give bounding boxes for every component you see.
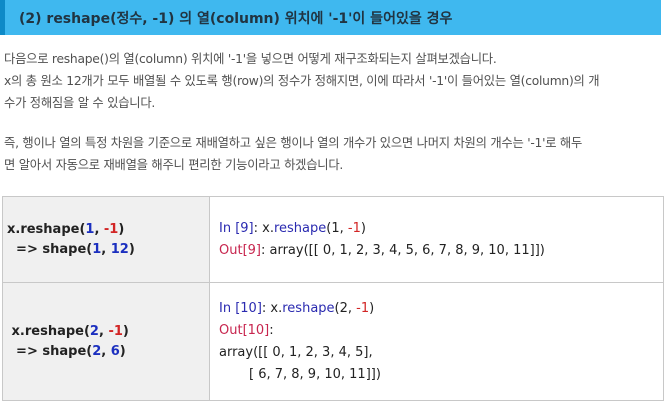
reshape-call: x.reshape(1, -1) — [7, 221, 125, 237]
paragraph-summary: 즉, 행이나 열의 특정 차원을 기준으로 재배열하고 싶은 행이나 열의 개수… — [4, 132, 662, 176]
section-heading: (2) reshape(정수, -1) 의 열(column) 위치에 '-1'… — [19, 10, 453, 27]
input-line: In [9]: x.reshape(1, -1) — [219, 220, 366, 236]
code-output-cell: In [10]: x.reshape(2, -1) Out[10]: array… — [209, 282, 664, 401]
output-line: Out[9]: array([[ 0, 1, 2, 3, 4, 5, 6, 7,… — [219, 242, 545, 258]
code-output-cell: In [9]: x.reshape(1, -1) Out[9]: array([… — [209, 196, 664, 283]
table-row: x.reshape(1, -1) => shape(1, 12) In [9]:… — [2, 196, 664, 283]
paragraph-line: x의 총 원소 12개가 모두 배열될 수 있도록 행(row)의 정수가 정해… — [4, 74, 600, 88]
output-label-line: Out[10]: — [219, 322, 274, 338]
input-line: In [10]: x.reshape(2, -1) — [219, 300, 375, 316]
paragraph-line: 즉, 행이나 열의 특정 차원을 기준으로 재배열하고 싶은 행이나 열의 개수… — [4, 136, 583, 150]
output-line: [ 6, 7, 8, 9, 10, 11]]) — [249, 366, 381, 382]
paragraph-line: 다음으로 reshape()의 열(column) 위치에 '-1'을 넣으면 … — [4, 52, 497, 66]
code-example-table: x.reshape(1, -1) => shape(1, 12) In [9]:… — [2, 196, 664, 401]
reshape-call: x.reshape(2, -1) — [11, 323, 129, 339]
output-line: array([[ 0, 1, 2, 3, 4, 5], — [219, 344, 373, 360]
resulting-shape: => shape(2, 6) — [11, 343, 126, 359]
resulting-shape: => shape(1, 12) — [11, 241, 135, 257]
paragraph-line: 수가 정해짐을 알 수 있습니다. — [4, 96, 156, 110]
section-heading-bar: (2) reshape(정수, -1) 의 열(column) 위치에 '-1'… — [0, 0, 661, 35]
paragraph-line: 면 알아서 자동으로 재배열을 해주니 편리한 기능이라고 하겠습니다. — [4, 158, 344, 172]
paragraph-intro: 다음으로 reshape()의 열(column) 위치에 '-1'을 넣으면 … — [4, 48, 662, 114]
reshape-summary-cell: x.reshape(1, -1) => shape(1, 12) — [2, 196, 210, 283]
reshape-summary-cell: x.reshape(2, -1) => shape(2, 6) — [2, 282, 210, 401]
table-row: x.reshape(2, -1) => shape(2, 6) In [10]:… — [2, 282, 664, 401]
